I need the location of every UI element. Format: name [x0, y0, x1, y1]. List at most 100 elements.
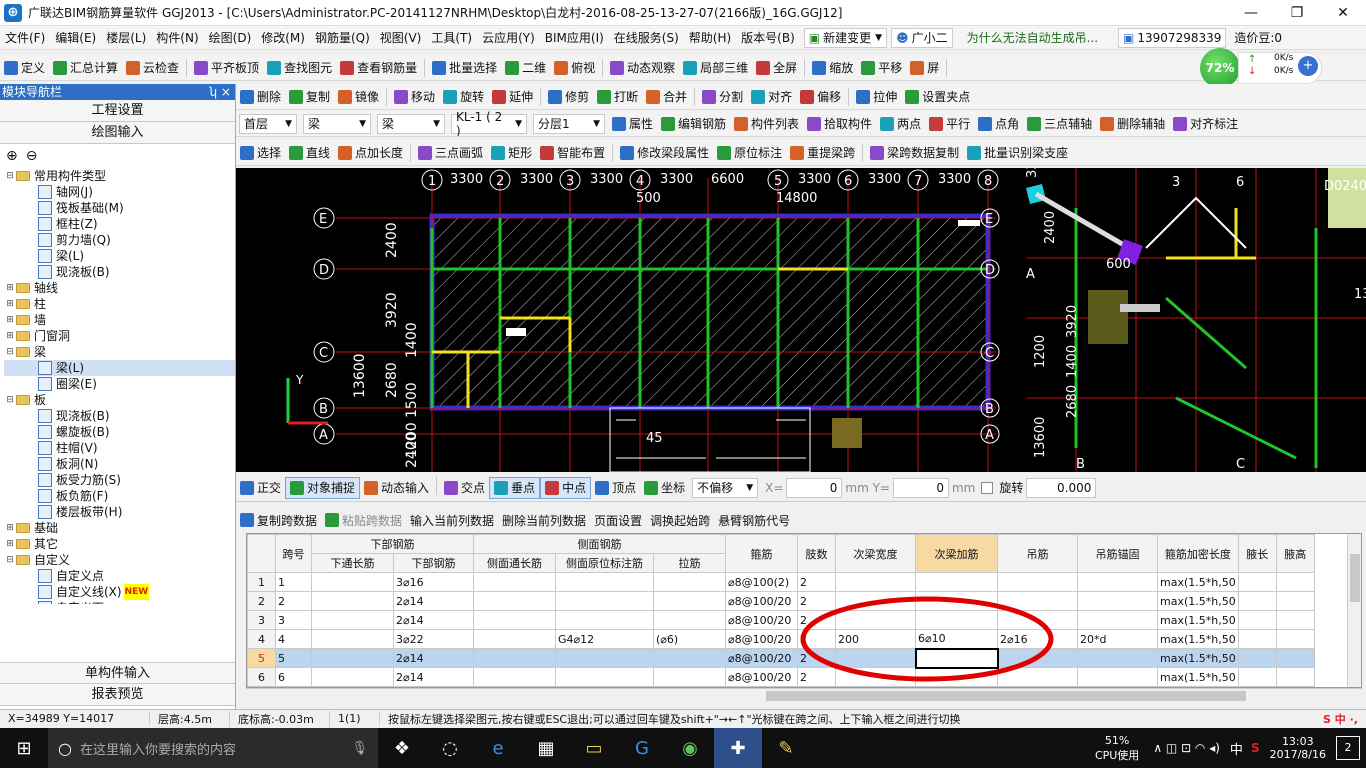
table-row[interactable]: 2 2 2⌀14 ⌀8@100/20 2 max(1.5*h,50: [247, 591, 1315, 611]
table-row[interactable]: 5 5 2⌀14 ⌀8@100/20 2 max(1.5*h,50: [247, 647, 1315, 669]
menu-item[interactable]: 工具(T): [426, 26, 477, 50]
toolbar-button[interactable]: 移动: [390, 86, 439, 108]
row-number[interactable]: 1: [247, 572, 276, 592]
cell-stirrup[interactable]: ⌀8@100/20: [725, 629, 798, 649]
project-settings-button[interactable]: 工程设置: [0, 100, 235, 122]
minimize-icon[interactable]: —: [1228, 0, 1274, 26]
toolbar-button[interactable]: 分割: [698, 86, 747, 108]
tree-item[interactable]: 自定义点: [4, 568, 235, 584]
tree-item[interactable]: 轴网(J): [4, 184, 235, 200]
tree-folder[interactable]: ⊟ 板: [4, 392, 235, 408]
task-view-icon[interactable]: ❖: [378, 728, 426, 768]
toolbar-button[interactable]: 编辑钢筋: [657, 113, 730, 135]
close-icon[interactable]: ✕: [1320, 0, 1366, 26]
cell-haunch-len[interactable]: [1237, 610, 1277, 630]
question-link[interactable]: 为什么无法自动生成吊...: [967, 29, 1098, 46]
cell-dense[interactable]: max(1.5*h,50: [1157, 667, 1239, 687]
tree-item[interactable]: 筏板基础(M): [4, 200, 235, 216]
tree-item[interactable]: 自定义线(X) NEW: [4, 584, 235, 600]
cpu-gauge[interactable]: 72%: [1200, 48, 1240, 88]
app-icon[interactable]: ◌: [426, 728, 474, 768]
cell-bot_thru[interactable]: [311, 648, 394, 668]
cell-tie[interactable]: (⌀6): [653, 629, 726, 649]
grid-tool-button[interactable]: 悬臂钢筋代号: [714, 509, 794, 531]
single-component-button[interactable]: 单构件输入: [0, 662, 235, 684]
toolbar-button[interactable]: 俯视: [550, 57, 599, 79]
collapse-all-icon[interactable]: ⊖: [26, 148, 38, 164]
expand-all-icon[interactable]: ⊕: [6, 148, 18, 164]
toolbar-button[interactable]: 对齐标注: [1169, 113, 1242, 135]
sogou-ime-icon[interactable]: S 中 ·,: [1315, 711, 1366, 727]
taskbar-search[interactable]: ○ 在这里输入你要搜索的内容 🎙: [48, 728, 378, 768]
component-select[interactable]: KL-1 ( 2 ) ▼: [451, 111, 527, 136]
cell-bot[interactable]: 3⌀22: [393, 629, 474, 649]
tree-toggle-icon[interactable]: ⊟: [4, 552, 16, 568]
cell-sa[interactable]: [915, 572, 998, 592]
explorer-icon[interactable]: ▭: [570, 728, 618, 768]
rotate-checkbox[interactable]: [981, 481, 994, 494]
cell-dense[interactable]: max(1.5*h,50: [1157, 648, 1239, 668]
type1-select[interactable]: 梁 ▼: [303, 113, 371, 134]
cell-span[interactable]: 4: [275, 629, 312, 649]
col-sec-add[interactable]: 次梁加筋: [915, 534, 998, 573]
tree-folder[interactable]: ⊞ 门窗洞: [4, 328, 235, 344]
clock[interactable]: 13:03 2017/8/16: [1270, 735, 1326, 761]
toolbar-button[interactable]: 删除辅轴: [1096, 113, 1169, 135]
toolbar-button[interactable]: 点角: [974, 113, 1023, 135]
cell-haunch-len[interactable]: [1237, 572, 1277, 592]
tree-toggle-icon[interactable]: ⊞: [4, 296, 16, 312]
toolbar-button[interactable]: 镜像: [334, 86, 383, 108]
cell-hang[interactable]: [997, 572, 1078, 592]
cell-ha[interactable]: [1077, 591, 1158, 611]
snap-toggle[interactable]: 顶点: [591, 477, 640, 499]
maximize-icon[interactable]: ❐: [1274, 0, 1320, 26]
cell-span[interactable]: 2: [275, 591, 312, 611]
tree-folder[interactable]: ⊟ 自定义: [4, 552, 235, 568]
cell-span[interactable]: 5: [275, 648, 312, 668]
assistant-button[interactable]: ☻ 广小二: [891, 27, 953, 48]
menu-item[interactable]: 云应用(Y): [477, 26, 540, 50]
toolbar-button[interactable]: 云检查: [122, 57, 183, 79]
cell-dense[interactable]: max(1.5*h,50: [1157, 629, 1239, 649]
tree-folder[interactable]: ⊞ 其它: [4, 536, 235, 552]
notification-icon[interactable]: 2: [1336, 736, 1360, 760]
menu-item[interactable]: 编辑(E): [50, 26, 101, 50]
snap-toggle[interactable]: 正交: [236, 477, 285, 499]
toolbar-button[interactable]: 原位标注: [713, 142, 786, 164]
store-icon[interactable]: ▦: [522, 728, 570, 768]
cell-haunch-len[interactable]: [1237, 629, 1277, 649]
menu-item[interactable]: 绘图(D): [204, 26, 257, 50]
tree-item[interactable]: 板负筋(F): [4, 488, 235, 504]
toolbar-button[interactable]: 全屏: [752, 57, 801, 79]
grid-tool-button[interactable]: 调换起始跨: [646, 509, 714, 531]
toolbar-button[interactable]: 点加长度: [334, 142, 407, 164]
menu-item[interactable]: 视图(V): [375, 26, 427, 50]
menu-item[interactable]: 帮助(H): [684, 26, 736, 50]
tree-folder[interactable]: ⊟ 梁: [4, 344, 235, 360]
cell-side_thru[interactable]: [473, 572, 556, 592]
cell-haunch-h[interactable]: [1275, 629, 1315, 649]
toolbar-button[interactable]: 三点画弧: [414, 142, 487, 164]
tree-item[interactable]: 梁(L): [4, 248, 235, 264]
cell-tie[interactable]: [653, 610, 726, 630]
toolbar-button[interactable]: 平行: [925, 113, 974, 135]
toolbar-button[interactable]: 二维: [501, 57, 550, 79]
toolbar-button[interactable]: 选择: [236, 142, 285, 164]
cell-span[interactable]: 1: [275, 572, 312, 592]
cell-bot[interactable]: 3⌀16: [393, 572, 474, 592]
tree-item[interactable]: 螺旋板(B): [4, 424, 235, 440]
menu-item[interactable]: 构件(N): [151, 26, 203, 50]
menu-item[interactable]: 修改(M): [256, 26, 310, 50]
cell-side_pos[interactable]: [555, 667, 654, 687]
ime-indicator[interactable]: 中: [1230, 739, 1243, 758]
edge-icon[interactable]: e: [474, 728, 522, 768]
row-number[interactable]: 5: [247, 648, 276, 668]
grid-tool-button[interactable]: 粘贴跨数据: [321, 509, 406, 531]
toolbar-button[interactable]: 打断: [593, 86, 642, 108]
cell-ha[interactable]: [1077, 648, 1158, 668]
menu-item[interactable]: BIM应用(I): [540, 26, 609, 50]
menu-item[interactable]: 文件(F): [0, 26, 50, 50]
cell-haunch-h[interactable]: [1275, 667, 1315, 687]
cell-bot[interactable]: 2⌀14: [393, 610, 474, 630]
tree-item[interactable]: 楼层板带(H): [4, 504, 235, 520]
